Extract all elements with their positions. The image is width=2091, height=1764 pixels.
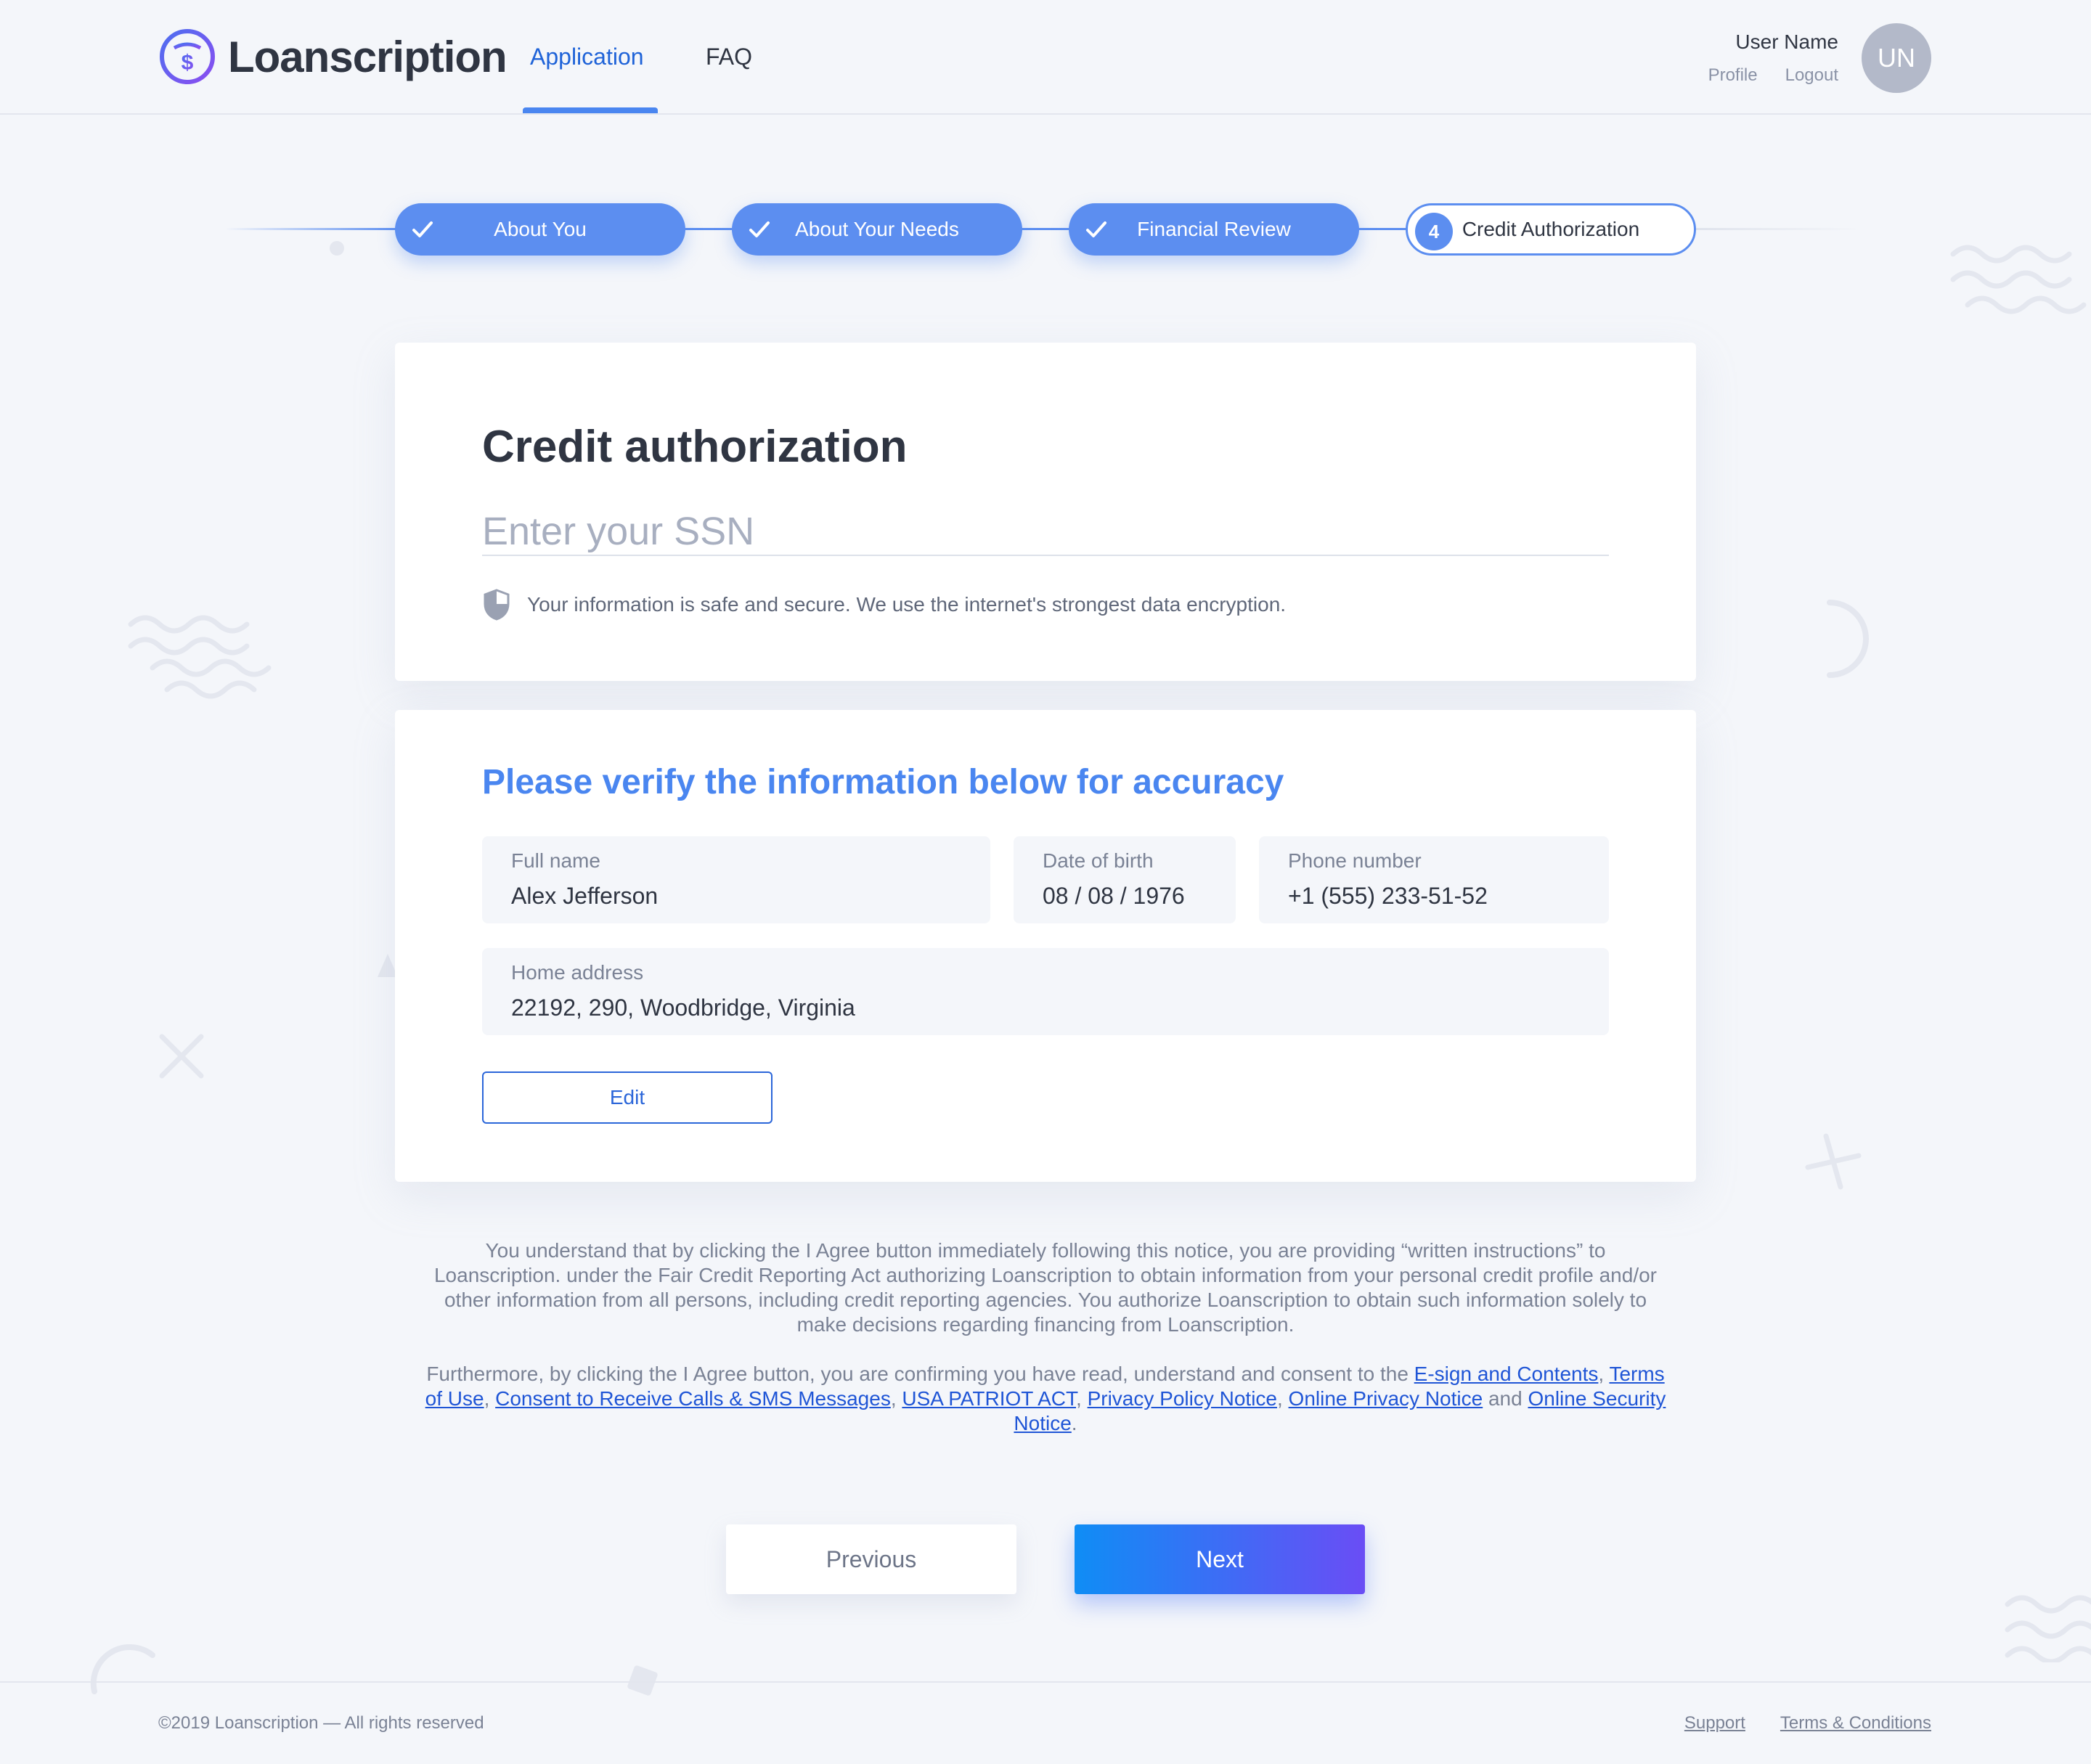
decor-squiggle-bottom-right	[2005, 1595, 2091, 1662]
profile-link[interactable]: Profile	[1708, 65, 1758, 86]
home-address-field: Home address 22192, 290, Woodbridge, Vir…	[482, 948, 1609, 1035]
copyright-text: ©2019 Loanscription — All rights reserve…	[158, 1713, 484, 1733]
full-name-field: Full name Alex Jefferson	[482, 836, 990, 923]
step-number: 4	[1415, 213, 1453, 250]
decor-cross-left	[159, 1034, 204, 1079]
edit-button[interactable]: Edit	[482, 1071, 773, 1124]
step-label: Credit Authorization	[1462, 218, 1640, 240]
terms-conditions-link[interactable]: Terms & Conditions	[1780, 1713, 1931, 1734]
logout-link[interactable]: Logout	[1785, 65, 1838, 86]
separator: ,	[484, 1387, 496, 1410]
next-button[interactable]: Next	[1075, 1524, 1365, 1594]
consent-calls-sms-link[interactable]: Consent to Receive Calls & SMS Messages	[495, 1387, 891, 1410]
verify-information-card: Please verify the information below for …	[395, 710, 1696, 1182]
check-icon	[749, 221, 770, 237]
field-value: 08 / 08 / 1976	[1043, 883, 1185, 909]
step-label: About Your Needs	[795, 218, 959, 240]
page-footer: ©2019 Loanscription — All rights reserve…	[0, 1681, 2091, 1764]
conjunction: and	[1483, 1387, 1528, 1410]
decor-squiggle-left	[128, 615, 272, 699]
credit-authorization-card: Credit authorization Your information is…	[395, 343, 1696, 681]
check-icon	[1086, 221, 1106, 237]
date-of-birth-field: Date of birth 08 / 08 / 1976	[1014, 836, 1236, 923]
field-label: Full name	[511, 849, 600, 872]
decor-squiggle-right	[1950, 245, 2087, 314]
consent-intro: Furthermore, by clicking the I Agree but…	[426, 1363, 1414, 1385]
nav-active-indicator	[523, 107, 658, 113]
field-value: +1 (555) 233-51-52	[1288, 883, 1488, 909]
esign-link[interactable]: E-sign and Contents	[1414, 1363, 1599, 1385]
field-value: Alex Jefferson	[511, 883, 659, 909]
support-link[interactable]: Support	[1684, 1713, 1745, 1734]
field-label: Home address	[511, 961, 644, 984]
avatar[interactable]: UN	[1862, 23, 1931, 93]
user-name: User Name	[1735, 30, 1838, 53]
stepper-line	[1020, 228, 1071, 230]
brand-name: Loanscription	[228, 32, 508, 81]
decor-cross-right	[1805, 1133, 1862, 1190]
step-label: About You	[494, 218, 587, 240]
stepper-line	[682, 228, 733, 230]
stepper-line-right	[1695, 228, 1862, 230]
step-credit-authorization[interactable]: 4 Credit Authorization	[1406, 203, 1696, 256]
nav-faq[interactable]: FAQ	[706, 44, 752, 70]
separator: ,	[1076, 1387, 1088, 1410]
field-label: Date of birth	[1043, 849, 1154, 872]
separator: ,	[1276, 1387, 1289, 1410]
footer-links: Support Terms & Conditions	[1684, 1713, 1931, 1734]
usa-patriot-act-link[interactable]: USA PATRIOT ACT	[902, 1387, 1076, 1410]
step-label: Financial Review	[1137, 218, 1291, 240]
field-label: Phone number	[1288, 849, 1422, 872]
privacy-policy-notice-link[interactable]: Privacy Policy Notice	[1088, 1387, 1277, 1410]
step-about-you[interactable]: About You	[395, 203, 685, 256]
page-title: Credit authorization	[482, 422, 908, 472]
user-links: Profile Logout	[1708, 65, 1838, 86]
previous-button[interactable]: Previous	[726, 1524, 1016, 1594]
decor-dot	[330, 241, 344, 256]
shield-icon	[484, 589, 510, 621]
top-header: $ Loanscription Application FAQ User Nam…	[0, 0, 2091, 115]
nav-application[interactable]: Application	[530, 44, 644, 70]
caduceus-dollar-logo-icon: $	[160, 29, 215, 84]
verify-title: Please verify the information below for …	[482, 763, 1284, 801]
consent-notice: Furthermore, by clicking the I Agree but…	[421, 1362, 1670, 1436]
check-icon	[412, 221, 433, 237]
stepper-line-left	[225, 228, 399, 230]
separator: ,	[1598, 1363, 1610, 1385]
security-note: Your information is safe and secure. We …	[482, 588, 1286, 621]
stepper-line	[1358, 228, 1409, 230]
online-privacy-notice-link[interactable]: Online Privacy Notice	[1289, 1387, 1483, 1410]
field-value: 22192, 290, Woodbridge, Virginia	[511, 995, 855, 1021]
brand-logo[interactable]: $ Loanscription	[158, 28, 508, 86]
period: .	[1071, 1412, 1077, 1434]
svg-text:$: $	[182, 51, 194, 75]
step-about-your-needs[interactable]: About Your Needs	[732, 203, 1022, 256]
separator: ,	[890, 1387, 902, 1410]
security-note-text: Your information is safe and secure. We …	[527, 593, 1287, 616]
step-financial-review[interactable]: Financial Review	[1069, 203, 1359, 256]
phone-number-field: Phone number +1 (555) 233-51-52	[1259, 836, 1609, 923]
ssn-input[interactable]	[482, 508, 1609, 556]
fcra-notice: You understand that by clicking the I Ag…	[433, 1239, 1658, 1336]
decor-arc-right	[1827, 600, 1869, 678]
